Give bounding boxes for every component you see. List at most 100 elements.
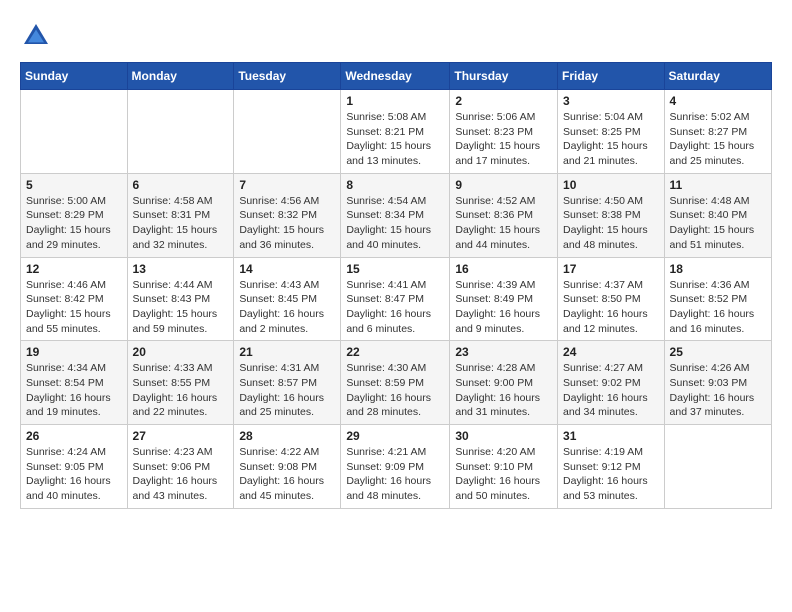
day-info: Sunrise: 4:41 AMSunset: 8:47 PMDaylight:… <box>346 278 444 337</box>
calendar-cell: 31Sunrise: 4:19 AMSunset: 9:12 PMDayligh… <box>558 425 665 509</box>
calendar-header: SundayMondayTuesdayWednesdayThursdayFrid… <box>21 63 772 90</box>
day-number: 15 <box>346 262 444 276</box>
calendar-cell: 19 Sunrise: 4:34 AMSunset: 8:54 PMDayligh… <box>21 341 128 425</box>
day-number: 21 <box>239 345 335 359</box>
calendar-cell: 24 Sunrise: 4:27 AMSunset: 9:02 PMDayligh… <box>558 341 665 425</box>
day-number: 28 <box>239 429 335 443</box>
day-info: Sunrise: 4:43 AMSunset: 8:45 PMDaylight:… <box>239 278 335 337</box>
calendar-cell: 16 Sunrise: 4:39 AMSunset: 8:49 PMDayligh… <box>450 257 558 341</box>
day-number: 26 <box>26 429 122 443</box>
day-info: Sunrise: 4:58 AMSunset: 8:31 PMDaylight:… <box>133 194 229 253</box>
calendar-cell: 29 Sunrise: 4:21 AMSunset: 9:09 PMDayligh… <box>341 425 450 509</box>
calendar-cell: 9 Sunrise: 4:52 AMSunset: 8:36 PMDaylight… <box>450 173 558 257</box>
day-info: Sunrise: 4:19 AMSunset: 9:12 PMDaylight:… <box>563 445 659 504</box>
day-info: Sunrise: 4:44 AMSunset: 8:43 PMDaylight:… <box>133 278 229 337</box>
calendar-cell: 22 Sunrise: 4:30 AMSunset: 8:59 PMDayligh… <box>341 341 450 425</box>
day-number: 22 <box>346 345 444 359</box>
day-number: 24 <box>563 345 659 359</box>
week-row-2: 5 Sunrise: 5:00 AMSunset: 8:29 PMDaylight… <box>21 173 772 257</box>
day-number: 16 <box>455 262 552 276</box>
calendar-cell: 7 Sunrise: 4:56 AMSunset: 8:32 PMDaylight… <box>234 173 341 257</box>
calendar-cell: 17 Sunrise: 4:37 AMSunset: 8:50 PMDayligh… <box>558 257 665 341</box>
day-info: Sunrise: 4:28 AMSunset: 9:00 PMDaylight:… <box>455 361 552 420</box>
calendar-cell: 6Sunrise: 4:58 AMSunset: 8:31 PMDaylight… <box>127 173 234 257</box>
header-day-monday: Monday <box>127 63 234 90</box>
day-info: Sunrise: 4:33 AMSunset: 8:55 PMDaylight:… <box>133 361 229 420</box>
day-number: 1 <box>346 94 444 108</box>
calendar-cell: 26Sunrise: 4:24 AMSunset: 9:05 PMDayligh… <box>21 425 128 509</box>
page-header <box>20 20 772 52</box>
calendar-cell: 28Sunrise: 4:22 AMSunset: 9:08 PMDayligh… <box>234 425 341 509</box>
day-info: Sunrise: 4:36 AMSunset: 8:52 PMDaylight:… <box>670 278 766 337</box>
calendar-cell <box>234 90 341 174</box>
day-info: Sunrise: 5:00 AMSunset: 8:29 PMDaylight:… <box>26 194 122 253</box>
day-number: 5 <box>26 178 122 192</box>
header-row: SundayMondayTuesdayWednesdayThursdayFrid… <box>21 63 772 90</box>
day-number: 8 <box>346 178 444 192</box>
header-day-friday: Friday <box>558 63 665 90</box>
header-day-saturday: Saturday <box>664 63 771 90</box>
day-info: Sunrise: 4:56 AMSunset: 8:32 PMDaylight:… <box>239 194 335 253</box>
week-row-4: 19 Sunrise: 4:34 AMSunset: 8:54 PMDayligh… <box>21 341 772 425</box>
day-info: Sunrise: 4:31 AMSunset: 8:57 PMDaylight:… <box>239 361 335 420</box>
calendar-table: SundayMondayTuesdayWednesdayThursdayFrid… <box>20 62 772 509</box>
day-number: 18 <box>670 262 766 276</box>
day-number: 9 <box>455 178 552 192</box>
day-info: Sunrise: 4:50 AMSunset: 8:38 PMDaylight:… <box>563 194 659 253</box>
calendar-cell: 15 Sunrise: 4:41 AMSunset: 8:47 PMDayligh… <box>341 257 450 341</box>
day-info: Sunrise: 4:52 AMSunset: 8:36 PMDaylight:… <box>455 194 552 253</box>
day-info: Sunrise: 4:23 AMSunset: 9:06 PMDaylight:… <box>133 445 229 504</box>
calendar-body: 1 Sunrise: 5:08 AMSunset: 8:21 PMDaylight… <box>21 90 772 509</box>
day-number: 23 <box>455 345 552 359</box>
day-info: Sunrise: 4:30 AMSunset: 8:59 PMDaylight:… <box>346 361 444 420</box>
day-info: Sunrise: 4:21 AMSunset: 9:09 PMDaylight:… <box>346 445 444 504</box>
calendar-cell: 3 Sunrise: 5:04 AMSunset: 8:25 PMDaylight… <box>558 90 665 174</box>
calendar-cell: 4 Sunrise: 5:02 AMSunset: 8:27 PMDaylight… <box>664 90 771 174</box>
day-number: 19 <box>26 345 122 359</box>
day-number: 12 <box>26 262 122 276</box>
day-number: 2 <box>455 94 552 108</box>
day-info: Sunrise: 5:02 AMSunset: 8:27 PMDaylight:… <box>670 110 766 169</box>
header-day-wednesday: Wednesday <box>341 63 450 90</box>
calendar-cell: 23 Sunrise: 4:28 AMSunset: 9:00 PMDayligh… <box>450 341 558 425</box>
calendar-cell <box>664 425 771 509</box>
header-day-tuesday: Tuesday <box>234 63 341 90</box>
day-info: Sunrise: 4:26 AMSunset: 9:03 PMDaylight:… <box>670 361 766 420</box>
header-day-thursday: Thursday <box>450 63 558 90</box>
calendar-cell: 18 Sunrise: 4:36 AMSunset: 8:52 PMDayligh… <box>664 257 771 341</box>
calendar-cell: 1 Sunrise: 5:08 AMSunset: 8:21 PMDaylight… <box>341 90 450 174</box>
day-info: Sunrise: 4:37 AMSunset: 8:50 PMDaylight:… <box>563 278 659 337</box>
day-number: 3 <box>563 94 659 108</box>
calendar-cell <box>127 90 234 174</box>
day-number: 25 <box>670 345 766 359</box>
week-row-5: 26Sunrise: 4:24 AMSunset: 9:05 PMDayligh… <box>21 425 772 509</box>
day-info: Sunrise: 5:08 AMSunset: 8:21 PMDaylight:… <box>346 110 444 169</box>
day-info: Sunrise: 4:27 AMSunset: 9:02 PMDaylight:… <box>563 361 659 420</box>
logo-icon <box>20 20 52 52</box>
day-info: Sunrise: 5:04 AMSunset: 8:25 PMDaylight:… <box>563 110 659 169</box>
week-row-3: 12 Sunrise: 4:46 AMSunset: 8:42 PMDayligh… <box>21 257 772 341</box>
day-info: Sunrise: 4:48 AMSunset: 8:40 PMDaylight:… <box>670 194 766 253</box>
calendar-cell: 5 Sunrise: 5:00 AMSunset: 8:29 PMDaylight… <box>21 173 128 257</box>
day-info: Sunrise: 4:46 AMSunset: 8:42 PMDaylight:… <box>26 278 122 337</box>
day-number: 4 <box>670 94 766 108</box>
header-day-sunday: Sunday <box>21 63 128 90</box>
day-info: Sunrise: 4:34 AMSunset: 8:54 PMDaylight:… <box>26 361 122 420</box>
day-number: 10 <box>563 178 659 192</box>
calendar-cell: 14Sunrise: 4:43 AMSunset: 8:45 PMDayligh… <box>234 257 341 341</box>
day-info: Sunrise: 5:06 AMSunset: 8:23 PMDaylight:… <box>455 110 552 169</box>
day-info: Sunrise: 4:39 AMSunset: 8:49 PMDaylight:… <box>455 278 552 337</box>
day-info: Sunrise: 4:54 AMSunset: 8:34 PMDaylight:… <box>346 194 444 253</box>
calendar-cell: 2 Sunrise: 5:06 AMSunset: 8:23 PMDaylight… <box>450 90 558 174</box>
calendar-cell: 21 Sunrise: 4:31 AMSunset: 8:57 PMDayligh… <box>234 341 341 425</box>
day-number: 17 <box>563 262 659 276</box>
day-number: 29 <box>346 429 444 443</box>
calendar-cell: 12 Sunrise: 4:46 AMSunset: 8:42 PMDayligh… <box>21 257 128 341</box>
day-number: 13 <box>133 262 229 276</box>
calendar-cell: 10 Sunrise: 4:50 AMSunset: 8:38 PMDayligh… <box>558 173 665 257</box>
calendar-cell: 27Sunrise: 4:23 AMSunset: 9:06 PMDayligh… <box>127 425 234 509</box>
week-row-1: 1 Sunrise: 5:08 AMSunset: 8:21 PMDaylight… <box>21 90 772 174</box>
calendar-cell: 30Sunrise: 4:20 AMSunset: 9:10 PMDayligh… <box>450 425 558 509</box>
day-number: 7 <box>239 178 335 192</box>
day-info: Sunrise: 4:20 AMSunset: 9:10 PMDaylight:… <box>455 445 552 504</box>
